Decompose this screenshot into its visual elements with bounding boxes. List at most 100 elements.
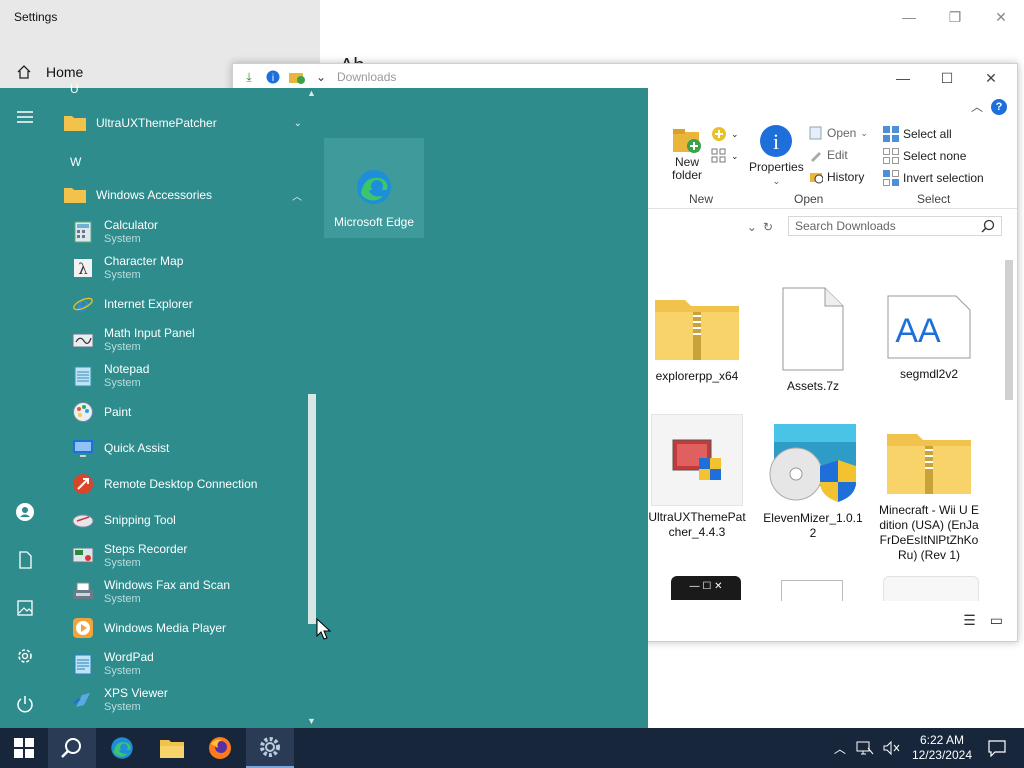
app-notepad[interactable]: Notepad System bbox=[72, 358, 302, 394]
blank-file-icon[interactable] bbox=[883, 576, 979, 601]
search-input[interactable]: Search Downloads bbox=[795, 219, 896, 233]
start-button[interactable] bbox=[0, 728, 48, 768]
edit-button[interactable]: Edit bbox=[809, 148, 848, 162]
folder-ultraux[interactable]: UltraUXThemePatcher ⌄ bbox=[64, 109, 302, 137]
chevron-down-icon: ⌄ bbox=[293, 117, 302, 129]
explorer-minimize-button[interactable]: — bbox=[881, 66, 925, 90]
app-windows-media-player[interactable]: Windows Media Player bbox=[72, 610, 302, 646]
document-file-icon[interactable] bbox=[781, 580, 843, 601]
user-account-icon[interactable] bbox=[15, 502, 35, 522]
settings-minimize-button[interactable]: — bbox=[886, 6, 932, 28]
select-none-icon bbox=[883, 148, 899, 164]
wordpad-icon bbox=[74, 654, 92, 675]
settings-restore-button[interactable]: ❐ bbox=[932, 6, 978, 28]
search-button[interactable] bbox=[48, 728, 96, 768]
edge-icon bbox=[357, 170, 391, 204]
folder-label: UltraUXThemePatcher bbox=[96, 116, 217, 130]
app-steps-recorder[interactable]: Steps Recorder System bbox=[72, 538, 302, 574]
app-character-map[interactable]: λ Character Map System bbox=[72, 250, 302, 286]
settings-close-button[interactable]: ✕ bbox=[978, 6, 1024, 28]
select-all-button[interactable]: Select all bbox=[883, 126, 952, 142]
address-dropdown-icon[interactable]: ⌄ bbox=[747, 220, 757, 234]
network-icon[interactable] bbox=[856, 740, 874, 756]
tile-microsoft-edge[interactable]: Microsoft Edge bbox=[324, 138, 424, 238]
mouse-cursor-icon bbox=[316, 618, 332, 640]
large-icons-view-icon[interactable]: ▭ bbox=[990, 612, 1003, 629]
volume-muted-icon[interactable] bbox=[882, 740, 900, 756]
settings-home-item[interactable]: Home bbox=[16, 64, 83, 80]
taskbar-edge[interactable] bbox=[98, 728, 146, 768]
open-icon bbox=[809, 126, 822, 140]
app-snipping-tool[interactable]: Snipping Tool bbox=[72, 502, 302, 538]
app-internet-explorer[interactable]: e Internet Explorer bbox=[72, 286, 302, 322]
app-wordpad[interactable]: WordPad System bbox=[72, 646, 302, 682]
file-item[interactable]: UltraUXThemePatcher_4.4.3 bbox=[647, 414, 747, 540]
new-folder-button[interactable]: New folder bbox=[669, 126, 705, 182]
open-button[interactable]: Open ⌄ bbox=[809, 126, 868, 140]
notifications-icon[interactable] bbox=[988, 739, 1006, 757]
hamburger-menu-icon[interactable] bbox=[15, 107, 35, 127]
window-title: Downloads bbox=[337, 70, 397, 84]
search-icon[interactable] bbox=[981, 219, 995, 233]
refresh-icon[interactable]: ↻ bbox=[763, 220, 773, 234]
file-item[interactable]: Minecraft - Wii U Edition (USA) (EnJaFrD… bbox=[879, 424, 979, 563]
snipping-tool-icon bbox=[72, 514, 94, 528]
documents-icon[interactable] bbox=[15, 550, 35, 570]
scroll-down-icon[interactable]: ▼ bbox=[307, 716, 316, 726]
clock[interactable]: 6:22 AM 12/23/2024 bbox=[912, 733, 972, 763]
explorer-maximize-button[interactable]: ☐ bbox=[925, 66, 969, 90]
svg-text:i: i bbox=[773, 129, 779, 154]
letter-header-w[interactable]: W bbox=[70, 155, 81, 169]
file-item[interactable]: ElevenMizer_1.0.12 bbox=[763, 422, 863, 541]
app-remote-desktop[interactable]: Remote Desktop Connection bbox=[72, 466, 302, 502]
app-name: Quick Assist bbox=[104, 441, 170, 455]
terminal-file-icon[interactable]: — ☐ ✕ bbox=[671, 576, 741, 600]
app-xps-viewer[interactable]: XPS Viewer System bbox=[72, 682, 302, 718]
taskbar-firefox[interactable] bbox=[196, 728, 244, 768]
taskbar-settings[interactable] bbox=[246, 728, 294, 768]
explorer-close-button[interactable]: ✕ bbox=[969, 66, 1013, 90]
quick-access-toolbar: ⤓ i ⌄ Downloads bbox=[241, 69, 396, 85]
folder-windows-accessories[interactable]: Windows Accessories ︿ bbox=[64, 181, 302, 209]
properties-qat-icon[interactable]: i bbox=[265, 69, 281, 85]
select-none-label: Select none bbox=[903, 149, 967, 163]
app-name: Steps Recorder bbox=[104, 542, 188, 556]
select-all-icon bbox=[883, 126, 899, 142]
app-calculator[interactable]: Calculator System bbox=[72, 214, 302, 250]
download-icon[interactable]: ⤓ bbox=[241, 69, 257, 85]
file-item[interactable]: explorerpp_x64 bbox=[647, 290, 747, 384]
collapse-ribbon-icon[interactable]: ︿ bbox=[971, 98, 983, 115]
edit-label: Edit bbox=[827, 148, 848, 162]
file-item[interactable]: AA segmdl2v2 bbox=[879, 294, 979, 382]
show-hidden-icons-icon[interactable]: ︿ bbox=[834, 740, 846, 757]
properties-button[interactable]: i Properties ⌄ bbox=[749, 124, 804, 187]
new-folder-qat-icon[interactable] bbox=[289, 69, 305, 85]
taskbar-file-explorer[interactable] bbox=[148, 728, 196, 768]
select-none-button[interactable]: Select none bbox=[883, 148, 966, 164]
settings-gear-icon[interactable] bbox=[15, 646, 35, 666]
invert-selection-button[interactable]: Invert selection bbox=[883, 170, 984, 186]
qat-dropdown-icon[interactable]: ⌄ bbox=[313, 69, 329, 85]
app-math-input-panel[interactable]: Math Input Panel System bbox=[72, 322, 302, 358]
app-name: Snipping Tool bbox=[104, 513, 176, 527]
new-item-button[interactable]: ⌄ bbox=[711, 126, 739, 142]
zip-folder-icon bbox=[655, 300, 739, 360]
app-windows-fax-and-scan[interactable]: Windows Fax and Scan System bbox=[72, 574, 302, 610]
scroll-up-icon[interactable]: ▲ bbox=[307, 88, 316, 98]
history-button[interactable]: History bbox=[809, 170, 864, 184]
app-quick-assist[interactable]: Quick Assist bbox=[72, 430, 302, 466]
app-paint[interactable]: Paint bbox=[72, 394, 302, 430]
app-subtitle: System bbox=[104, 593, 141, 605]
file-list-scrollbar[interactable] bbox=[1005, 260, 1013, 400]
help-icon[interactable]: ? bbox=[991, 98, 1007, 115]
app-subtitle: System bbox=[104, 341, 141, 353]
file-item[interactable]: Assets.7z bbox=[763, 286, 863, 394]
scrollbar-thumb[interactable] bbox=[308, 394, 316, 624]
pictures-icon[interactable] bbox=[15, 598, 35, 618]
easy-access-button[interactable]: ⌄ bbox=[711, 148, 739, 164]
app-name: Internet Explorer bbox=[104, 297, 193, 311]
search-box[interactable]: Search Downloads bbox=[788, 216, 1002, 236]
power-icon[interactable] bbox=[15, 694, 35, 714]
letter-header-u[interactable]: U bbox=[70, 82, 79, 96]
details-view-icon[interactable]: ☰ bbox=[963, 612, 976, 629]
